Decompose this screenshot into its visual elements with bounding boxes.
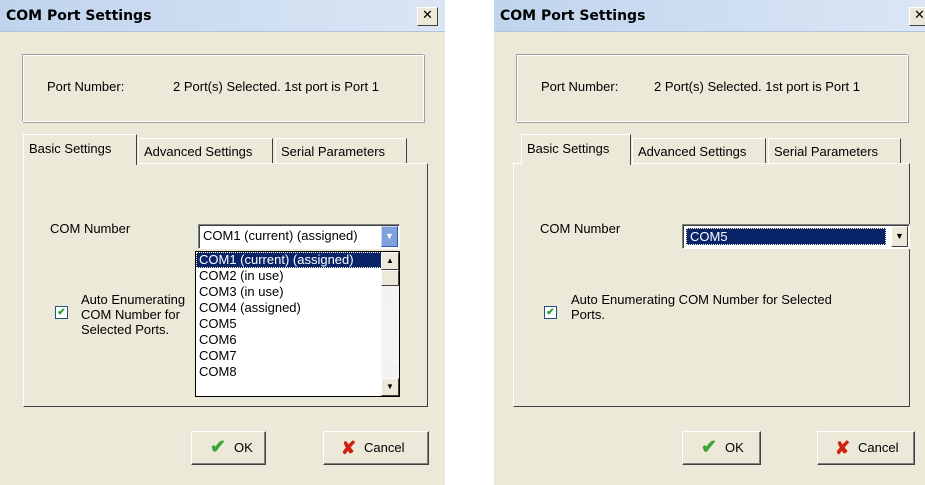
auto-enumerate-label: Auto Enumerating COM Number for Selected… xyxy=(81,292,186,337)
green-checkmark-icon: ✔ xyxy=(210,437,226,458)
tab-basic-settings[interactable]: Basic Settings xyxy=(521,134,631,165)
com-port-settings-dialog-2: COM Port Settings ✕ Port Number: 2 Port(… xyxy=(494,0,925,485)
scroll-up-icon[interactable]: ▲ xyxy=(381,252,399,270)
basic-settings-panel: COM Number COM5 ▼ ✔ Auto Enumerating COM… xyxy=(513,163,910,407)
com-number-label: COM Number xyxy=(540,221,621,236)
dropdown-option[interactable]: COM8 xyxy=(196,364,382,380)
com-port-settings-dialog-1: COM Port Settings ✕ Port Number: 2 Port(… xyxy=(0,0,445,485)
red-x-icon: ✘ xyxy=(835,438,851,458)
chevron-down-icon[interactable]: ▼ xyxy=(381,226,398,247)
dropdown-option[interactable]: COM3 (in use) xyxy=(196,284,382,300)
dialog-title: COM Port Settings xyxy=(500,8,646,24)
auto-enumerate-checkbox[interactable]: ✔ xyxy=(55,306,68,319)
port-number-label: Port Number: xyxy=(541,79,619,94)
tab-serial-parameters[interactable]: Serial Parameters xyxy=(275,138,407,164)
port-number-group: Port Number: 2 Port(s) Selected. 1st por… xyxy=(516,54,908,122)
tab-serial-parameters[interactable]: Serial Parameters xyxy=(768,138,901,164)
scroll-down-icon[interactable]: ▼ xyxy=(381,378,399,396)
ok-button[interactable]: ✔ OK xyxy=(191,431,266,465)
green-checkmark-icon: ✔ xyxy=(701,437,717,458)
cancel-button[interactable]: ✘ Cancel xyxy=(323,431,429,465)
com-number-value: COM1 (current) (assigned) xyxy=(203,228,358,243)
close-icon: ✕ xyxy=(422,8,433,23)
com-number-select[interactable]: COM5 ▼ xyxy=(682,224,910,249)
tab-advanced-settings[interactable]: Advanced Settings xyxy=(632,138,766,164)
com-number-dropdown-list[interactable]: COM1 (current) (assigned) COM2 (in use) … xyxy=(195,251,400,397)
com-number-label: COM Number xyxy=(50,221,131,236)
dropdown-scrollbar[interactable]: ▲ ▼ xyxy=(381,252,399,396)
dropdown-option[interactable]: COM4 (assigned) xyxy=(196,300,382,316)
com-number-value: COM5 xyxy=(686,228,886,245)
close-button[interactable]: ✕ xyxy=(417,7,438,26)
dropdown-option[interactable]: COM1 (current) (assigned) xyxy=(196,252,382,268)
dropdown-option[interactable]: COM7 xyxy=(196,348,382,364)
dialog-title: COM Port Settings xyxy=(6,8,152,24)
tab-basic-settings[interactable]: Basic Settings xyxy=(23,134,137,165)
dropdown-option[interactable]: COM5 xyxy=(196,316,382,332)
com-number-select[interactable]: COM1 (current) (assigned) ▼ xyxy=(198,224,400,249)
port-number-label: Port Number: xyxy=(47,79,125,94)
scroll-thumb[interactable] xyxy=(381,270,399,286)
port-number-group: Port Number: 2 Port(s) Selected. 1st por… xyxy=(22,54,424,122)
title-bar[interactable]: COM Port Settings ✕ xyxy=(0,0,445,32)
tab-advanced-settings[interactable]: Advanced Settings xyxy=(138,138,273,164)
red-x-icon: ✘ xyxy=(341,438,357,458)
close-button[interactable]: ✕ xyxy=(909,7,925,26)
port-number-value: 2 Port(s) Selected. 1st port is Port 1 xyxy=(654,79,860,94)
dropdown-option[interactable]: COM2 (in use) xyxy=(196,268,382,284)
chevron-down-icon[interactable]: ▼ xyxy=(891,226,908,247)
auto-enumerate-label: Auto Enumerating COM Number for Selected… xyxy=(571,292,832,322)
cancel-button-label: Cancel xyxy=(858,440,899,455)
close-icon: ✕ xyxy=(914,8,925,23)
port-number-value: 2 Port(s) Selected. 1st port is Port 1 xyxy=(173,79,379,94)
dropdown-option[interactable]: COM6 xyxy=(196,332,382,348)
cancel-button-label: Cancel xyxy=(364,440,405,455)
title-bar[interactable]: COM Port Settings ✕ xyxy=(494,0,925,32)
auto-enumerate-checkbox[interactable]: ✔ xyxy=(544,306,557,319)
cancel-button[interactable]: ✘ Cancel xyxy=(817,431,915,465)
ok-button-label: OK xyxy=(234,440,253,455)
ok-button-label: OK xyxy=(725,440,744,455)
ok-button[interactable]: ✔ OK xyxy=(682,431,761,465)
